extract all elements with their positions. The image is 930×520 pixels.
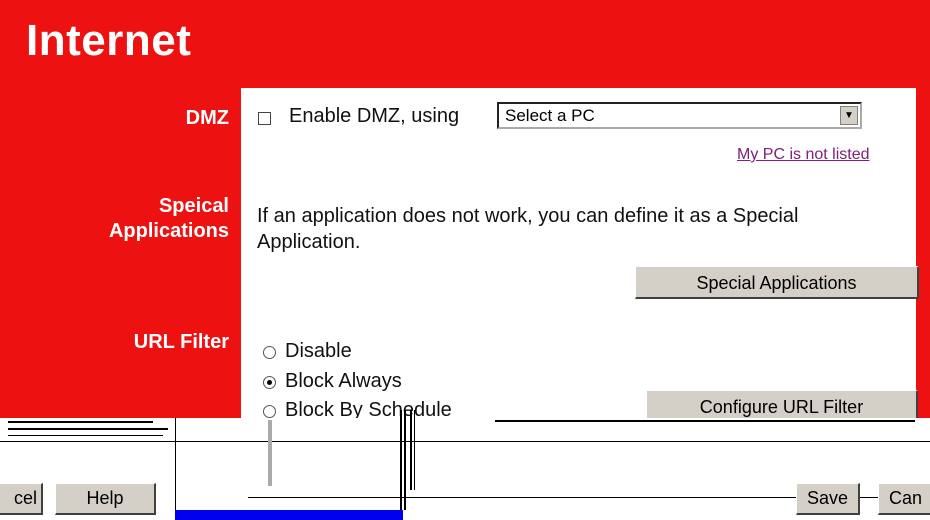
special-applications-description-line2: Application. (257, 231, 361, 253)
radio-disable-label: Disable (285, 340, 352, 362)
dmz-pc-select-value: Select a PC (505, 106, 595, 125)
url-filter-label: URL Filter (133, 331, 229, 353)
glitch-line (175, 418, 176, 510)
cancel-button-right[interactable]: Can (878, 483, 930, 515)
glitch-line (495, 420, 915, 422)
glitch-line (404, 410, 406, 510)
special-applications-label-line2: Applications (108, 220, 229, 242)
glitch-line (0, 441, 930, 442)
enable-dmz-label: Enable DMZ, using (289, 105, 460, 127)
dmz-pc-select[interactable]: Select a PC ▼ (497, 102, 862, 129)
router-settings-page: Internet DMZ Enable DMZ, using Select a … (0, 0, 930, 520)
glitch-line (8, 428, 168, 430)
radio-block-by-schedule[interactable] (263, 405, 276, 418)
chevron-down-icon[interactable]: ▼ (840, 106, 858, 125)
my-pc-not-listed-link[interactable]: My PC is not listed (737, 146, 869, 164)
enable-dmz-checkbox[interactable] (258, 112, 271, 125)
special-applications-label-line1: Speical (158, 195, 229, 217)
right-border (916, 88, 930, 418)
save-button[interactable]: Save (796, 483, 860, 515)
glitch-line (414, 410, 415, 490)
glitch-blue-bar (175, 510, 403, 520)
radio-block-always-label: Block Always (285, 370, 402, 392)
page-title: Internet (26, 16, 192, 65)
glitch-line (400, 410, 402, 510)
glitch-line (8, 435, 163, 436)
glitch-gray-bar (268, 420, 272, 486)
radio-disable[interactable] (263, 346, 276, 359)
help-button[interactable]: Help (55, 483, 156, 515)
special-applications-button[interactable]: Special Applications (635, 266, 919, 299)
special-applications-label: Speical Applications (109, 194, 229, 244)
special-applications-description-line1: If an application does not work, you can… (257, 205, 799, 227)
special-applications-description: If an application does not work, you can… (257, 203, 798, 255)
glitch-line (8, 421, 153, 423)
glitch-line (410, 410, 412, 490)
cancel-button-left[interactable]: cel (0, 483, 43, 515)
dmz-label: DMZ (185, 107, 229, 129)
radio-block-always[interactable] (263, 376, 276, 389)
